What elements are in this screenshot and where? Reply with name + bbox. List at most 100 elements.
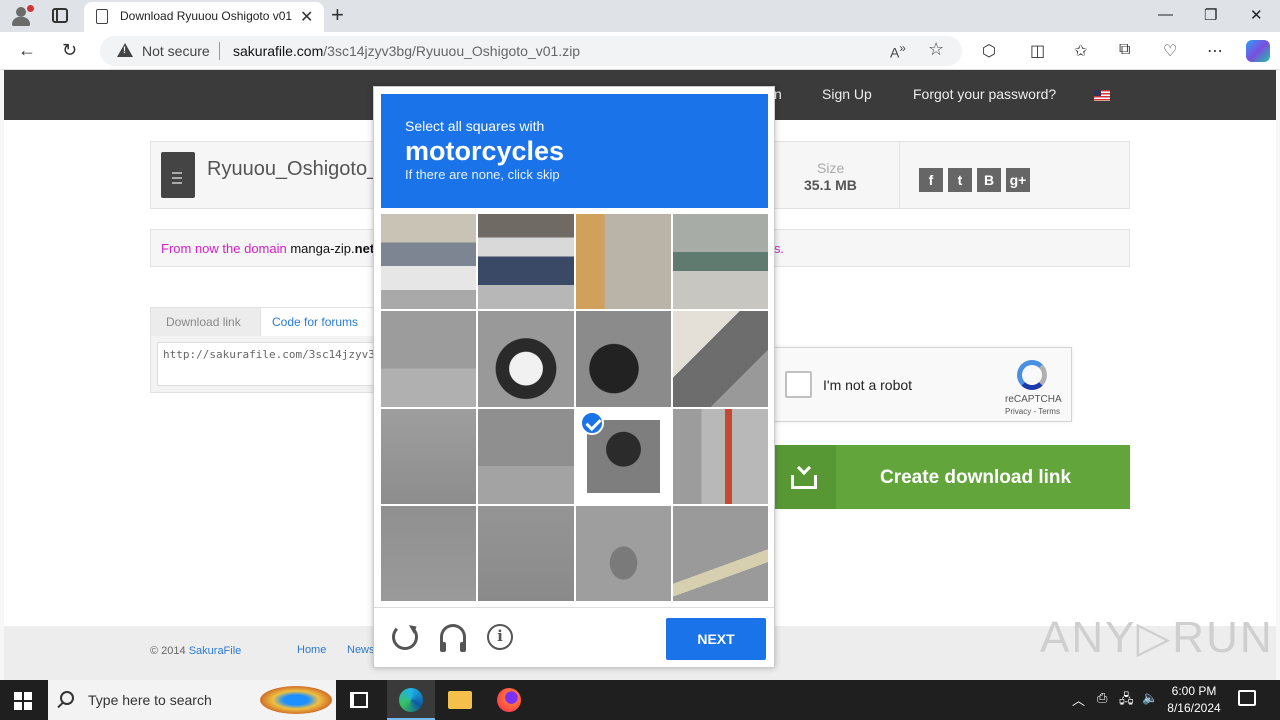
file-explorer-icon[interactable]: [448, 691, 472, 709]
read-aloud-icon[interactable]: A»: [890, 42, 906, 61]
tray-chevron-icon[interactable]: ︿: [1072, 690, 1085, 709]
challenge-footer: i NEXT: [374, 607, 774, 667]
facebook-icon[interactable]: f: [919, 168, 943, 192]
search-icon: [60, 691, 74, 705]
favorite-star-icon[interactable]: ☆: [928, 39, 944, 60]
tab-title: Download Ryuuou Oshigoto v01 zip: [120, 9, 292, 23]
browser-tab[interactable]: Download Ryuuou Oshigoto v01 zip ✕: [84, 2, 324, 32]
clock-time: 6:00 PM: [1171, 684, 1217, 698]
tab-download-link[interactable]: Download link: [151, 308, 261, 336]
recaptcha-terms-link[interactable]: Privacy - Terms: [1005, 407, 1060, 416]
captcha-tile[interactable]: [575, 408, 671, 504]
new-tab-icon[interactable]: +: [331, 2, 344, 28]
page-icon: [96, 9, 108, 24]
captcha-tile[interactable]: [478, 214, 574, 310]
anyrun-watermark: ANY▷RUN: [1040, 613, 1274, 662]
file-name: Ryuuou_Oshigoto_v: [207, 158, 389, 180]
challenge-hint: If there are none, click skip: [405, 167, 560, 182]
size-label: Size: [817, 160, 845, 176]
close-tab-icon[interactable]: ✕: [300, 7, 313, 27]
warning-icon[interactable]: [117, 43, 133, 57]
captcha-tile[interactable]: [575, 214, 671, 310]
next-button[interactable]: NEXT: [666, 618, 766, 660]
tab-code-for-forums[interactable]: Code for forums: [261, 308, 381, 336]
captcha-tile[interactable]: [575, 311, 671, 407]
more-menu-icon[interactable]: ⋯: [1207, 41, 1223, 61]
copyright: © 2014 SakuraFile: [150, 645, 242, 657]
refresh-icon[interactable]: ↻: [62, 40, 77, 61]
captcha-tile[interactable]: [672, 505, 768, 601]
tile-selected-check-icon: [579, 410, 604, 435]
performance-icon[interactable]: ♡: [1163, 41, 1177, 61]
image-grid: [381, 214, 768, 601]
recaptcha-checkbox[interactable]: [785, 371, 812, 398]
captcha-tile[interactable]: [478, 408, 574, 504]
download-icon: [791, 460, 817, 489]
vk-icon[interactable]: B: [977, 168, 1001, 192]
url-text[interactable]: sakurafile.com/3sc14jzyv3bg/Ryuuou_Oshig…: [233, 43, 580, 59]
info-icon[interactable]: i: [487, 624, 513, 650]
network-icon[interactable]: 🖧: [1119, 690, 1134, 712]
footer-news-link[interactable]: News: [347, 644, 375, 656]
twitter-icon[interactable]: t: [948, 168, 972, 192]
back-icon[interactable]: ←: [18, 40, 36, 61]
captcha-challenge-dialog: Select all squares with motorcycles If t…: [373, 86, 775, 668]
address-bar: ← ↻ Not secure sakurafile.com/3sc14jzyv3…: [0, 32, 1280, 70]
close-window-icon[interactable]: ✕: [1250, 6, 1263, 24]
challenge-header: Select all squares with motorcycles If t…: [381, 94, 768, 208]
restore-icon[interactable]: ❐: [1204, 6, 1217, 24]
us-flag-icon[interactable]: [1094, 90, 1110, 101]
captcha-tile[interactable]: [381, 214, 477, 310]
copilot-icon[interactable]: [1246, 40, 1270, 62]
signup-link[interactable]: Sign Up: [822, 86, 872, 102]
recaptcha-label: I'm not a robot: [823, 377, 913, 393]
captcha-tile[interactable]: [478, 505, 574, 601]
split-screen-icon[interactable]: ◫: [1030, 41, 1045, 61]
reload-icon[interactable]: [392, 624, 418, 650]
taskbar-search[interactable]: Type here to search: [48, 680, 336, 720]
clock-date: 8/16/2024: [1167, 701, 1221, 715]
footer-home-link[interactable]: Home: [297, 644, 326, 656]
tab-actions-icon[interactable]: [52, 8, 68, 23]
notifications-icon[interactable]: [1238, 690, 1256, 706]
edge-icon[interactable]: [399, 688, 423, 712]
download-link-field[interactable]: http://sakurafile.com/3sc14jzyv3bg/Ryuuo…: [157, 342, 377, 386]
firefox-icon[interactable]: [497, 688, 521, 712]
captcha-tile[interactable]: [381, 505, 477, 601]
clock[interactable]: 6:00 PM 8/16/2024: [1158, 683, 1230, 717]
notice-text: From now the domain manga-zip.net: [161, 241, 375, 256]
login-link[interactable]: n: [774, 86, 782, 102]
google-plus-icon[interactable]: g+: [1006, 168, 1030, 192]
tab-strip: Download Ryuuou Oshigoto v01 zip ✕ + — ❐…: [0, 0, 1280, 32]
search-highlight-image: [260, 686, 332, 714]
captcha-tile[interactable]: [672, 311, 768, 407]
url-field[interactable]: Not secure sakurafile.com/3sc14jzyv3bg/R…: [100, 36, 962, 66]
favorites-icon[interactable]: ✩: [1074, 41, 1087, 61]
forgot-password-link[interactable]: Forgot your password?: [913, 86, 1056, 102]
size-value: 35.1 MB: [804, 177, 857, 193]
captcha-tile[interactable]: [381, 311, 477, 407]
create-download-link-button[interactable]: Create download link: [774, 445, 1130, 509]
audio-challenge-icon[interactable]: [440, 624, 466, 652]
download-link-panel: Download link Code for forums http://sak…: [150, 307, 381, 393]
tray-device-icon[interactable]: ⎙: [1097, 690, 1107, 706]
collections-icon[interactable]: ⧉: [1119, 41, 1130, 59]
task-view-icon[interactable]: [350, 692, 368, 708]
profile-icon[interactable]: [10, 5, 34, 27]
extensions-icon[interactable]: ⬡: [982, 41, 996, 61]
windows-start-icon[interactable]: [14, 692, 32, 710]
recaptcha-logo-icon: [1017, 360, 1047, 390]
captcha-tile[interactable]: [672, 214, 768, 310]
captcha-tile[interactable]: [478, 311, 574, 407]
challenge-instruction: Select all squares with: [405, 118, 545, 134]
captcha-tile[interactable]: [575, 505, 671, 601]
file-icon: [161, 152, 195, 198]
volume-icon[interactable]: 🔈: [1142, 690, 1158, 706]
captcha-tile[interactable]: [381, 408, 477, 504]
security-label[interactable]: Not secure: [142, 43, 210, 59]
captcha-tile[interactable]: [672, 408, 768, 504]
search-placeholder: Type here to search: [88, 692, 212, 708]
minimize-icon[interactable]: —: [1158, 6, 1173, 23]
taskbar: Type here to search ︿ ⎙ 🖧 🔈 6:00 PM 8/16…: [0, 680, 1280, 720]
create-download-link-label: Create download link: [880, 467, 1072, 488]
